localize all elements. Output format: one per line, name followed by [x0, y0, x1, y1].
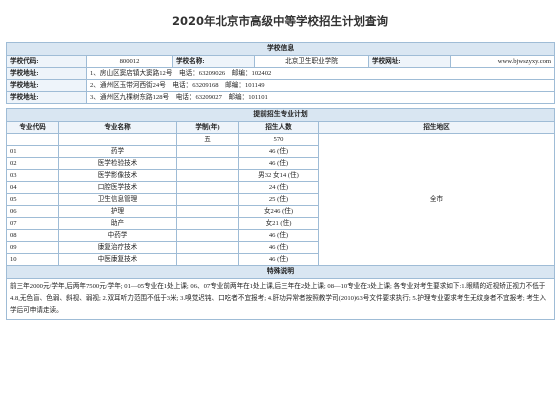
header-years: 学制(年) [176, 121, 239, 134]
page-title: 2020年北京市高级中等学校招生计划查询 [171, 14, 388, 28]
row-count: 女246 (住) [238, 205, 319, 218]
header-name: 专业名称 [58, 121, 177, 134]
notes-text: 前三年2000元/学年,后两年7500元/学年; 01—05专业在1处上课; 0… [5, 278, 556, 320]
header-code: 专业代码 [6, 121, 59, 134]
row-code: 04 [6, 181, 59, 194]
total-name [58, 133, 177, 146]
school-address-3: 3、通州区九棵树东路128号 电话：63209027 邮编：101101 [85, 91, 556, 104]
total-code [6, 133, 59, 146]
row-code: 05 [6, 193, 59, 206]
row-name: 护理 [58, 205, 177, 218]
row-code: 08 [6, 229, 59, 242]
row-name: 中医康复技术 [58, 253, 177, 266]
row-code: 07 [6, 217, 59, 230]
total-years: 五 [176, 133, 239, 146]
header-count: 招生人数 [238, 121, 319, 134]
row-name: 助产 [58, 217, 177, 230]
row-name: 医学影像技术 [58, 169, 177, 182]
row-code: 06 [6, 205, 59, 218]
plan-title: 提前招生专业计划 [5, 108, 556, 122]
school-address-2: 2、通州区玉带河西街24号 电话：63209168 邮编：101149 [85, 79, 556, 92]
row-count: 46 (住) [238, 145, 319, 158]
page: 2020年北京市高级中等学校招生计划查询 学校信息 学校代码: 800012 学… [5, 0, 556, 320]
school-address-label: 学校地址: [6, 79, 87, 92]
row-name: 中药学 [58, 229, 177, 242]
row-years [176, 181, 239, 194]
row-count: 24 (住) [238, 181, 319, 194]
total-count: 570 [238, 133, 319, 146]
row-code: 01 [6, 145, 59, 158]
row-count: 25 (住) [238, 193, 319, 206]
row-count: 男32 女14 (住) [238, 169, 319, 182]
row-name: 康复治疗技术 [58, 241, 177, 254]
school-address-1: 1、房山区窦店镇大窦路12号 电话：63209026 邮编：102402 [85, 67, 556, 80]
row-count: 46 (住) [238, 253, 319, 266]
row-name: 卫生信息管理 [58, 193, 177, 206]
school-code-label: 学校代码: [6, 55, 87, 68]
row-code: 03 [6, 169, 59, 182]
row-years [176, 145, 239, 158]
row-years [176, 157, 239, 170]
notes-title: 特殊说明 [5, 265, 556, 279]
row-years [176, 169, 239, 182]
row-years [176, 229, 239, 242]
school-address-label: 学校地址: [6, 67, 87, 80]
school-name-value: 北京卫生职业学院 [254, 55, 369, 68]
row-count: 女21 (住) [238, 217, 319, 230]
row-code: 02 [6, 157, 59, 170]
row-code: 10 [6, 253, 59, 266]
row-name: 口腔医学技术 [58, 181, 177, 194]
row-years [176, 193, 239, 206]
row-count: 46 (住) [238, 157, 319, 170]
school-website-link[interactable]: www.bjwszyxy.com [449, 55, 556, 68]
school-info-table: 学校信息 学校代码: 800012 学校名称: 北京卫生职业学院 学校网址: w… [5, 42, 556, 104]
row-count: 46 (住) [238, 241, 319, 254]
school-info-title: 学校信息 [5, 42, 556, 56]
row-name: 药学 [58, 145, 177, 158]
plan-table: 提前招生专业计划 专业代码 专业名称 学制(年) 招生人数 招生地区 五 570… [5, 108, 556, 320]
school-code-value: 800012 [86, 55, 173, 68]
row-count: 46 (住) [238, 229, 319, 242]
row-years [176, 241, 239, 254]
school-website-label: 学校网址: [368, 55, 451, 68]
header-region: 招生地区 [317, 121, 556, 134]
school-name-label: 学校名称: [172, 55, 255, 68]
row-years [176, 217, 239, 230]
row-name: 医学检验技术 [58, 157, 177, 170]
row-years [176, 205, 239, 218]
school-address-label: 学校地址: [6, 91, 87, 104]
row-code: 09 [6, 241, 59, 254]
row-years [176, 253, 239, 266]
region-value: 全市 [317, 133, 556, 266]
